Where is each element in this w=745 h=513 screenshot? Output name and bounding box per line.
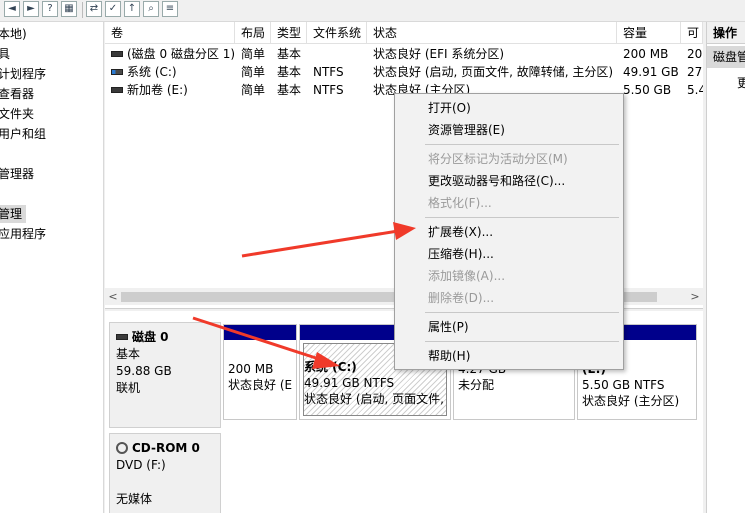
scroll-left-icon[interactable]: < [105,288,121,305]
drive-icon [111,86,123,93]
table-cell: 5.50 GB [623,83,672,97]
column-header-volume[interactable]: 卷 [105,22,235,44]
table-cell: 基本 [277,47,302,61]
system-drive-icon [111,68,123,75]
table-cell: 基本 [277,65,302,79]
table-cell: NTFS [313,83,344,97]
disk-0-label[interactable]: 磁盘 0 基本 59.88 GB 联机 [109,322,221,428]
menu-item-extend-volume[interactable]: 扩展卷(X)... [428,221,493,243]
menu-item-add-mirror[interactable]: 添加镜像(A)... [428,265,505,287]
actions-disk-management[interactable]: 磁盘管 [707,46,745,68]
column-header-capacity[interactable]: 容量 [617,22,681,44]
disk-size: 59.88 GB [116,364,172,378]
forward-icon[interactable]: ► [23,1,39,17]
cdrom-0-label[interactable]: CD-ROM 0 DVD (F:) 无媒体 [109,433,221,513]
column-header-filesystem[interactable]: 文件系统 [307,22,367,44]
table-cell: 49.91 GB [623,65,679,79]
properties-icon[interactable]: ▦ [61,1,77,17]
actions-header: 操作 [707,22,745,44]
table-cell: NTFS [313,65,344,79]
context-menu: 打开(O) 资源管理器(E) 将分区标记为活动分区(M) 更改驱动器号和路径(C… [394,93,624,370]
scroll-right-icon[interactable]: > [687,288,703,305]
folder-up-icon[interactable]: ↑ [124,1,140,17]
menu-item-mark-active[interactable]: 将分区标记为活动分区(M) [428,148,568,170]
table-cell: 状态良好 (启动, 页面文件, 故障转储, 主分区) [373,65,614,79]
back-icon[interactable]: ◄ [4,1,20,17]
menu-item-delete-volume[interactable]: 删除卷(D)... [428,287,494,309]
disk-management-window: ◄ ► ? ▦ ⇄ ✓ ↑ ⌕ ≡ 本地) 具 计划程序 查看器 文件夹 用户和… [0,0,745,513]
tree-item[interactable]: 查看器 [0,85,34,103]
tree-item-selected[interactable]: 管理 [0,205,27,223]
tree-item[interactable]: 应用程序 [0,225,46,243]
list-icon[interactable]: ≡ [162,1,178,17]
disk-status: 联机 [116,381,141,395]
disk-icon [116,333,128,340]
table-cell: 27 [687,65,703,79]
column-header-free[interactable]: 可 [681,22,703,44]
tree-item[interactable]: 用户和组 [0,125,46,143]
drive-icon [111,50,123,57]
actions-more[interactable]: 更 [737,74,745,91]
table-cell: 基本 [277,83,302,97]
table-cell: 简单 [241,47,266,61]
table-cell: 200 MB [623,47,669,61]
partition-efi[interactable]: 200 MB 状态良好 (E [223,324,297,420]
table-cell [307,45,367,63]
tree-item[interactable]: 计划程序 [0,65,46,83]
column-header-type[interactable]: 类型 [271,22,307,44]
check-icon[interactable]: ✓ [105,1,121,17]
cdrom-status: 无媒体 [116,492,153,506]
table-cell: 简单 [241,65,266,79]
table-cell: 5.4 [687,83,703,97]
tree-item[interactable]: 管理器 [0,165,34,183]
console-tree: 本地) 具 计划程序 查看器 文件夹 用户和组 管理器 管理 应用程序 [0,22,104,513]
table-row-volume[interactable]: (磁盘 0 磁盘分区 1) [105,45,235,63]
column-header-status[interactable]: 状态 [367,22,617,44]
menu-separator [425,312,619,313]
column-header-layout[interactable]: 布局 [235,22,271,44]
tree-item[interactable]: 具 [0,45,10,63]
menu-item-open[interactable]: 打开(O) [428,97,471,119]
table-row-volume[interactable]: 系统 (C:) [105,63,235,81]
tree-item[interactable]: 本地) [0,25,27,43]
menu-separator [425,217,619,218]
toolbar: ◄ ► ? ▦ ⇄ ✓ ↑ ⌕ ≡ [0,0,745,22]
cdrom-drive: DVD (F:) [116,458,166,472]
menu-item-shrink-volume[interactable]: 压缩卷(H)... [428,243,494,265]
menu-item-format[interactable]: 格式化(F)... [428,192,492,214]
cd-rom-icon [116,441,128,454]
search-icon[interactable]: ⌕ [143,1,159,17]
menu-item-properties[interactable]: 属性(P) [428,316,469,338]
menu-separator [425,144,619,145]
disk-type: 基本 [116,347,141,361]
tree-item[interactable]: 文件夹 [0,105,34,123]
table-cell: 20 [687,47,703,61]
table-row-volume[interactable]: 新加卷 (E:) [105,81,235,99]
menu-item-explorer[interactable]: 资源管理器(E) [428,119,505,141]
table-cell: 简单 [241,83,266,97]
actions-pane: 操作 磁盘管 更 [706,22,745,513]
rescan-icon[interactable]: ⇄ [86,1,102,17]
menu-item-change-drive-letter[interactable]: 更改驱动器号和路径(C)... [428,170,565,192]
menu-separator [425,341,619,342]
help-icon[interactable]: ? [42,1,58,17]
menu-item-help[interactable]: 帮助(H) [428,345,470,367]
table-cell: 状态良好 (EFI 系统分区) [373,47,505,61]
